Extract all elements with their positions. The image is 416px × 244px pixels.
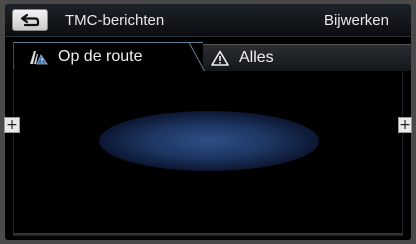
scroll-left-button[interactable]: + (4, 117, 20, 133)
header-bar: TMC-berichten Bijwerken (5, 4, 411, 37)
tab-on-route-label: Op de route (58, 47, 143, 65)
page-title: TMC-berichten (65, 12, 165, 29)
tab-on-route[interactable]: Op de route (13, 42, 203, 70)
update-button[interactable]: Bijwerken (324, 12, 389, 29)
scroll-right-button[interactable]: + (398, 117, 412, 133)
tab-bar: Alles Op de route (5, 37, 411, 72)
tab-all-label: Alles (239, 49, 274, 66)
message-list-area (13, 71, 403, 234)
route-traffic-icon (28, 49, 48, 65)
tab-edge (183, 42, 206, 72)
tab-all[interactable]: Alles (197, 44, 411, 71)
loading-glow (99, 111, 319, 171)
back-arrow-icon (19, 13, 41, 27)
warning-triangle-icon (211, 50, 229, 66)
screen: TMC-berichten Bijwerken Alles Op de rout… (5, 4, 411, 240)
back-button[interactable] (12, 9, 48, 31)
bottom-bar (13, 233, 403, 236)
